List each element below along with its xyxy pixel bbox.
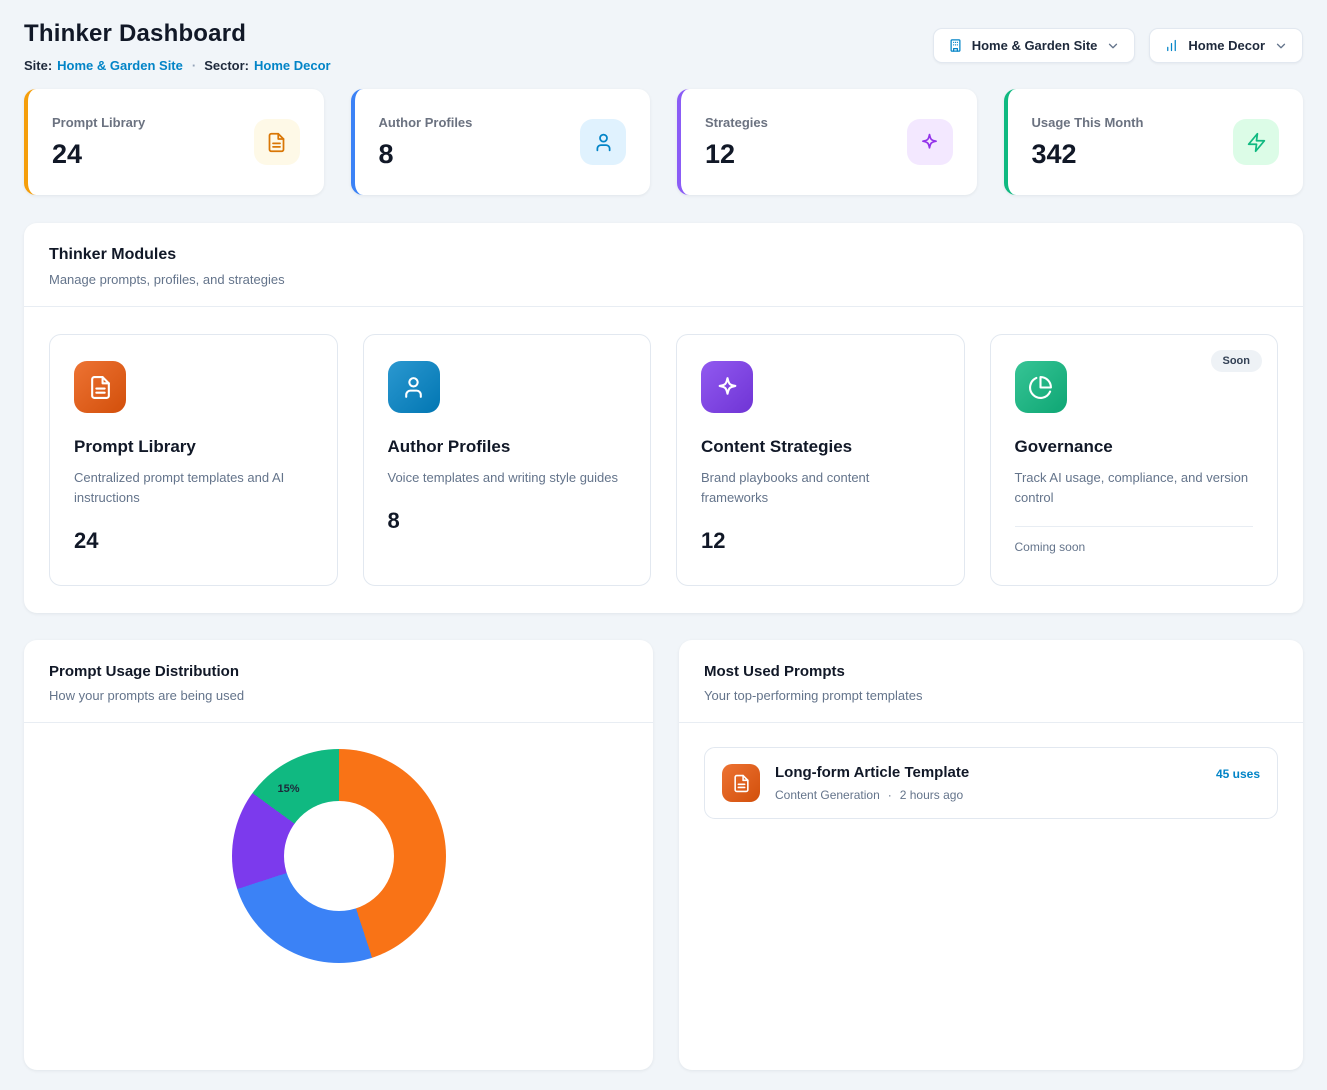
prompt-item-title: Long-form Article Template	[775, 764, 1201, 781]
breadcrumb: Site: Home & Garden Site · Sector: Home …	[24, 58, 336, 73]
stat-value: 12	[705, 139, 768, 170]
chevron-down-icon	[1106, 39, 1120, 53]
module-count: 24	[74, 528, 313, 554]
site-label: Site:	[24, 58, 52, 73]
separator-dot: ·	[192, 58, 196, 73]
stat-card-prompt-library: Prompt Library 24	[24, 89, 324, 195]
most-used-prompts-header: Most Used Prompts Your top-performing pr…	[679, 640, 1303, 722]
stat-text: Strategies 12	[705, 115, 768, 170]
usage-distribution-subtitle: How your prompts are being used	[49, 688, 628, 703]
module-card-governance[interactable]: Soon Governance Track AI usage, complian…	[990, 334, 1279, 586]
module-description: Centralized prompt templates and AI inst…	[74, 468, 313, 508]
prompt-list-item[interactable]: Long-form Article Template Content Gener…	[704, 747, 1278, 819]
file-text-icon	[74, 361, 126, 413]
sector-link[interactable]: Home Decor	[254, 58, 331, 73]
soon-badge: Soon	[1211, 350, 1263, 372]
prompt-item-category: Content Generation	[775, 788, 880, 802]
user-icon	[580, 119, 626, 165]
module-card-author-profiles[interactable]: Author Profiles Voice templates and writ…	[363, 334, 652, 586]
divider	[1015, 526, 1254, 527]
stat-label: Prompt Library	[52, 115, 145, 130]
sector-label: Sector:	[204, 58, 249, 73]
module-description: Voice templates and writing style guides	[388, 468, 627, 488]
stat-text: Prompt Library 24	[52, 115, 145, 170]
prompt-item-time: 2 hours ago	[900, 788, 963, 802]
stat-card-strategies: Strategies 12	[677, 89, 977, 195]
stat-card-usage: Usage This Month 342	[1004, 89, 1304, 195]
module-count: 12	[701, 528, 940, 554]
prompt-list: Long-form Article Template Content Gener…	[679, 723, 1303, 843]
module-count: 8	[388, 508, 627, 534]
file-text-icon	[722, 764, 760, 802]
stat-label: Usage This Month	[1032, 115, 1144, 130]
header: Thinker Dashboard Site: Home & Garden Si…	[24, 20, 1303, 73]
stat-value: 8	[379, 139, 473, 170]
module-title: Author Profiles	[388, 437, 627, 457]
stat-value: 24	[52, 139, 145, 170]
donut-chart-area: 15%	[24, 723, 653, 1063]
module-description: Brand playbooks and content frameworks	[701, 468, 940, 508]
most-used-prompts-subtitle: Your top-performing prompt templates	[704, 688, 1278, 703]
usage-distribution-panel: Prompt Usage Distribution How your promp…	[24, 640, 653, 1070]
sector-selector-dropdown[interactable]: Home Decor	[1149, 28, 1303, 63]
page-title: Thinker Dashboard	[24, 20, 336, 48]
module-title: Content Strategies	[701, 437, 940, 457]
chevron-down-icon	[1274, 39, 1288, 53]
stat-label: Strategies	[705, 115, 768, 130]
module-card-prompt-library[interactable]: Prompt Library Centralized prompt templa…	[49, 334, 338, 586]
stat-text: Usage This Month 342	[1032, 115, 1144, 170]
most-used-prompts-panel: Most Used Prompts Your top-performing pr…	[679, 640, 1303, 1070]
usage-distribution-header: Prompt Usage Distribution How your promp…	[24, 640, 653, 722]
thinker-modules-title: Thinker Modules	[49, 246, 1278, 264]
stat-text: Author Profiles 8	[379, 115, 473, 170]
zap-icon	[1233, 119, 1279, 165]
sparkles-icon	[907, 119, 953, 165]
most-used-prompts-title: Most Used Prompts	[704, 663, 1278, 680]
stat-label: Author Profiles	[379, 115, 473, 130]
user-icon	[388, 361, 440, 413]
thinker-modules-panel: Thinker Modules Manage prompts, profiles…	[24, 223, 1303, 613]
stat-value: 342	[1032, 139, 1144, 170]
prompt-item-uses-badge: 45 uses	[1216, 767, 1260, 781]
module-card-content-strategies[interactable]: Content Strategies Brand playbooks and c…	[676, 334, 965, 586]
site-selector-dropdown[interactable]: Home & Garden Site	[933, 28, 1136, 63]
sector-selector-label: Home Decor	[1188, 38, 1265, 53]
module-description: Track AI usage, compliance, and version …	[1015, 468, 1254, 508]
usage-distribution-title: Prompt Usage Distribution	[49, 663, 628, 680]
module-title: Prompt Library	[74, 437, 313, 457]
pie-chart-icon	[1015, 361, 1067, 413]
header-selectors: Home & Garden Site Home Decor	[933, 28, 1303, 63]
donut-chart[interactable]: 15%	[232, 749, 446, 963]
modules-grid: Prompt Library Centralized prompt templa…	[24, 307, 1303, 613]
header-left: Thinker Dashboard Site: Home & Garden Si…	[24, 20, 336, 73]
stats-row: Prompt Library 24 Author Profiles 8 Stra…	[24, 89, 1303, 195]
site-selector-label: Home & Garden Site	[972, 38, 1098, 53]
thinker-modules-subtitle: Manage prompts, profiles, and strategies	[49, 272, 1278, 287]
bottom-row: Prompt Usage Distribution How your promp…	[24, 640, 1303, 1070]
dashboard-page: Thinker Dashboard Site: Home & Garden Si…	[0, 0, 1327, 1090]
building-icon	[948, 38, 963, 53]
separator-dot: ·	[888, 788, 892, 802]
prompt-item-meta: Content Generation · 2 hours ago	[775, 788, 1201, 802]
module-coming-soon-text: Coming soon	[1015, 540, 1254, 554]
site-link[interactable]: Home & Garden Site	[57, 58, 183, 73]
bar-chart-icon	[1164, 38, 1179, 53]
file-text-icon	[254, 119, 300, 165]
thinker-modules-header: Thinker Modules Manage prompts, profiles…	[24, 223, 1303, 306]
donut-segment-label: 15%	[278, 783, 300, 795]
sparkles-icon	[701, 361, 753, 413]
prompt-item-text: Long-form Article Template Content Gener…	[775, 764, 1201, 802]
stat-card-author-profiles: Author Profiles 8	[351, 89, 651, 195]
module-title: Governance	[1015, 437, 1254, 457]
